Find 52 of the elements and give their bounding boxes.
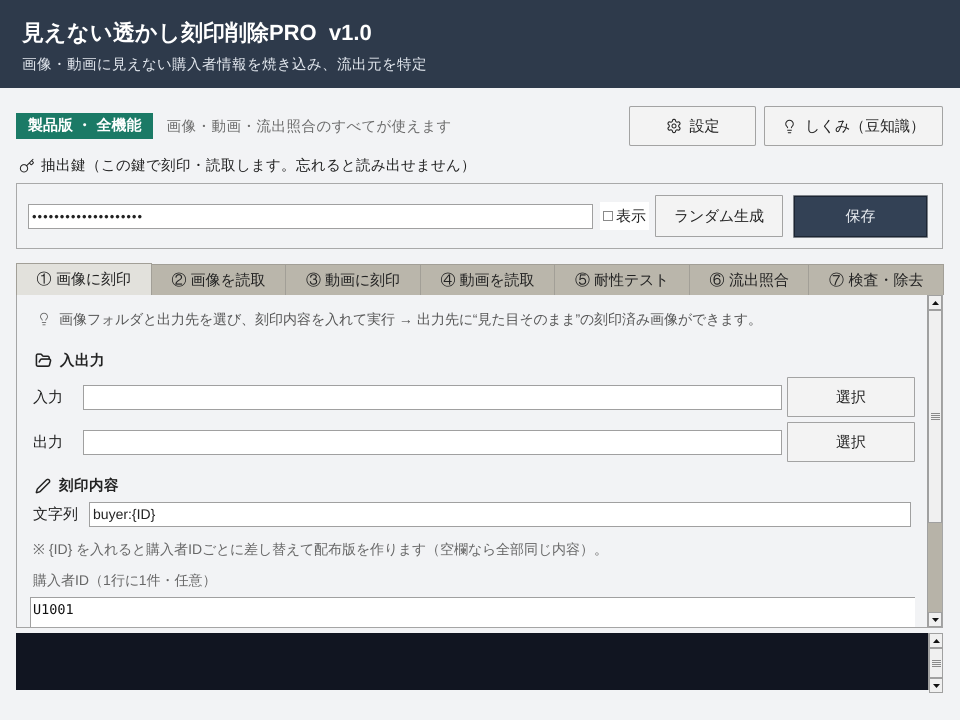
scroll-down-button[interactable]	[929, 678, 943, 693]
path-field[interactable]	[83, 430, 782, 454]
settings-button[interactable]: 設定	[629, 106, 756, 146]
save-button[interactable]: 保存	[793, 194, 928, 238]
grip-icon	[930, 413, 940, 420]
scrollbar-thumb[interactable]	[928, 310, 942, 523]
path-field[interactable]	[83, 384, 782, 410]
folder-icon	[35, 352, 52, 369]
edition-badge: 製品版 ・ 全機能	[16, 113, 154, 139]
id-list-field[interactable]: U1001	[30, 597, 915, 627]
tab[interactable]: ④ 動画を読取	[420, 264, 556, 295]
browse-button[interactable]: 選択	[787, 377, 915, 417]
tab[interactable]: ⑥ 流出照合	[688, 264, 810, 295]
field-label: 入力	[33, 388, 64, 406]
field-label: 購入者ID（1行に1件・任意）	[33, 571, 217, 590]
grip-icon	[932, 660, 940, 666]
tab[interactable]: ⑤ 耐性テスト	[554, 264, 690, 295]
tab[interactable]: ③ 動画に刻印	[285, 264, 421, 295]
field-label: 文字列	[33, 505, 79, 524]
note-text: ※ {ID} を入れると購入者IDごとに差し替えて配布版を作ります（空欄なら全部同じ内容）。	[33, 540, 608, 559]
tab[interactable]: ② 画像を読取	[150, 264, 286, 295]
pen-icon	[35, 478, 51, 494]
tab[interactable]: ① 画像に刻印	[16, 263, 152, 295]
generate-button[interactable]: ランダム生成	[655, 195, 783, 237]
scrollbar-track[interactable]	[927, 295, 942, 627]
field-label: 出力	[33, 432, 64, 452]
lightbulb-icon	[37, 312, 51, 326]
scroll-up-button[interactable]	[929, 633, 943, 648]
show-checkbox[interactable]: 表示	[600, 202, 649, 230]
checkbox-icon[interactable]	[603, 211, 613, 221]
edition-description: 画像・動画・流出照合のすべてが使えます	[166, 118, 452, 136]
tips-button[interactable]: しくみ（豆知識）	[764, 106, 943, 146]
app-title: 見えない透かし刻印削除PRO v1.0	[22, 19, 372, 47]
hint-text: 画像フォルダと出力先を選び、刻印内容を入れて実行 → 出力先に“見た目そのまま”の刻印済み画像ができます。	[59, 310, 762, 329]
key-icon	[19, 158, 35, 174]
app-subtitle: 画像・動画に見えない購入者情報を焼き込み、流出元を特定	[22, 56, 427, 75]
down-arrow-icon	[932, 618, 938, 622]
scroll-up-button[interactable]	[928, 295, 942, 310]
scrollbar-thumb[interactable]	[929, 648, 943, 678]
gear-icon	[666, 118, 682, 134]
key-label: 抽出鍵（この鍵で刻印・読取します。忘れると読み出せません）	[41, 156, 476, 176]
browse-button[interactable]: 選択	[787, 422, 915, 462]
up-arrow-icon	[932, 300, 938, 304]
section-title: 刻印内容	[59, 476, 119, 495]
section-title: 入出力	[60, 352, 105, 370]
tab[interactable]: ⑦ 検査・除去	[808, 264, 944, 295]
scroll-down-button[interactable]	[928, 612, 942, 627]
engrave-text-field[interactable]: buyer:{ID}	[89, 502, 911, 527]
down-arrow-icon	[932, 684, 940, 688]
up-arrow-icon	[932, 638, 940, 642]
scrollbar-track[interactable]	[928, 633, 943, 690]
key-field[interactable]: ••••••••••••••••••••	[28, 204, 593, 228]
